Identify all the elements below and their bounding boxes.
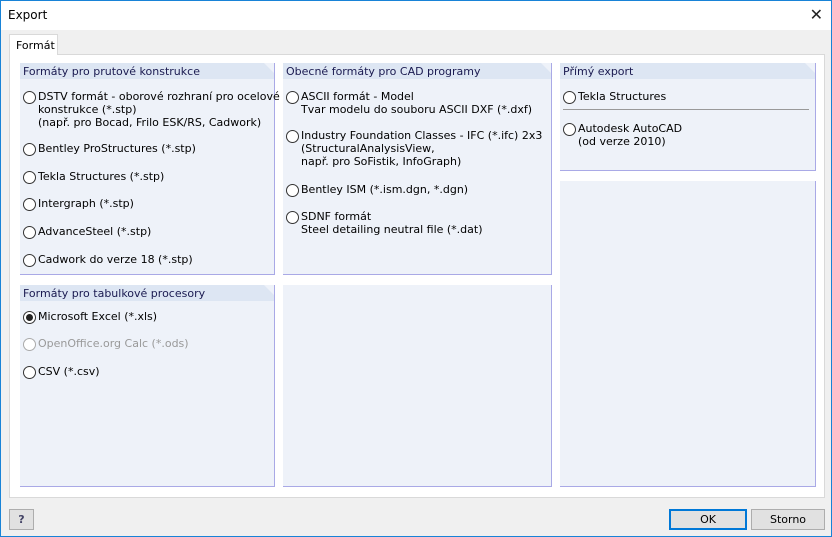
panel-title: Formáty pro prutové konstrukce: [20, 63, 274, 79]
radio-ifc[interactable]: Industry Foundation Classes - IFC (*.ifc…: [286, 129, 542, 168]
separator: [563, 109, 809, 110]
tab-format[interactable]: Formát: [9, 34, 58, 55]
radio-bentley-ism[interactable]: Bentley ISM (*.ism.dgn, *.dgn): [286, 183, 468, 197]
empty-panel: [283, 285, 552, 487]
radio-icon: [563, 91, 576, 104]
panel-title: Formáty pro tabulkové procesory: [20, 285, 274, 301]
spreadsheet-formats-panel: Formáty pro tabulkové procesory Microsof…: [20, 285, 275, 487]
beam-formats-panel: Formáty pro prutové konstrukce DSTV form…: [20, 63, 280, 275]
radio-autocad[interactable]: Autodesk AutoCAD (od verze 2010): [563, 122, 682, 148]
radio-selected-icon: [23, 311, 36, 324]
panel-title: Přímý export: [560, 63, 815, 79]
radio-icon: [23, 171, 36, 184]
cancel-button[interactable]: Storno: [751, 509, 825, 530]
radio-icon: [23, 226, 36, 239]
cad-formats-panel: Obecné formáty pro CAD programy ASCII fo…: [283, 63, 552, 275]
radio-icon: [23, 254, 36, 267]
export-dialog: Export ✕ Formát Formáty pro prutové kons…: [0, 0, 832, 537]
radio-icon: [23, 366, 36, 379]
radio-advancesteel[interactable]: AdvanceSteel (*.stp): [23, 225, 151, 239]
title-bar: Export ✕: [1, 1, 831, 30]
radio-cadwork[interactable]: Cadwork do verze 18 (*.stp): [23, 253, 193, 267]
direct-export-panel: Přímý export Tekla Structures Autodesk A…: [560, 63, 816, 171]
radio-tekla-stp[interactable]: Tekla Structures (*.stp): [23, 170, 164, 184]
radio-icon: [23, 91, 36, 104]
empty-panel: [560, 181, 816, 487]
radio-icon: [563, 123, 576, 136]
window-title: Export: [8, 8, 48, 22]
radio-excel[interactable]: Microsoft Excel (*.xls): [23, 310, 157, 324]
radio-dstv[interactable]: DSTV formát - oborové rozhraní pro ocelo…: [23, 90, 280, 129]
ok-button[interactable]: OK: [669, 509, 747, 530]
radio-intergraph[interactable]: Intergraph (*.stp): [23, 197, 134, 211]
radio-sdnf[interactable]: SDNF formát Steel detailing neutral file…: [286, 210, 483, 236]
radio-icon: [286, 130, 299, 143]
radio-bentley-prostructures[interactable]: Bentley ProStructures (*.stp): [23, 142, 196, 156]
radio-csv[interactable]: CSV (*.csv): [23, 365, 100, 379]
radio-icon: [286, 184, 299, 197]
panel-title: Obecné formáty pro CAD programy: [283, 63, 551, 79]
radio-ascii-dxf[interactable]: ASCII formát - Model Tvar modelu do soub…: [286, 90, 532, 116]
radio-openoffice: OpenOffice.org Calc (*.ods): [23, 337, 189, 351]
radio-tekla-direct[interactable]: Tekla Structures: [563, 90, 666, 104]
radio-icon: [23, 143, 36, 156]
radio-icon: [23, 338, 36, 351]
close-icon[interactable]: ✕: [810, 5, 823, 24]
radio-icon: [286, 211, 299, 224]
help-icon[interactable]: ?: [9, 509, 34, 530]
radio-icon: [286, 91, 299, 104]
radio-icon: [23, 198, 36, 211]
